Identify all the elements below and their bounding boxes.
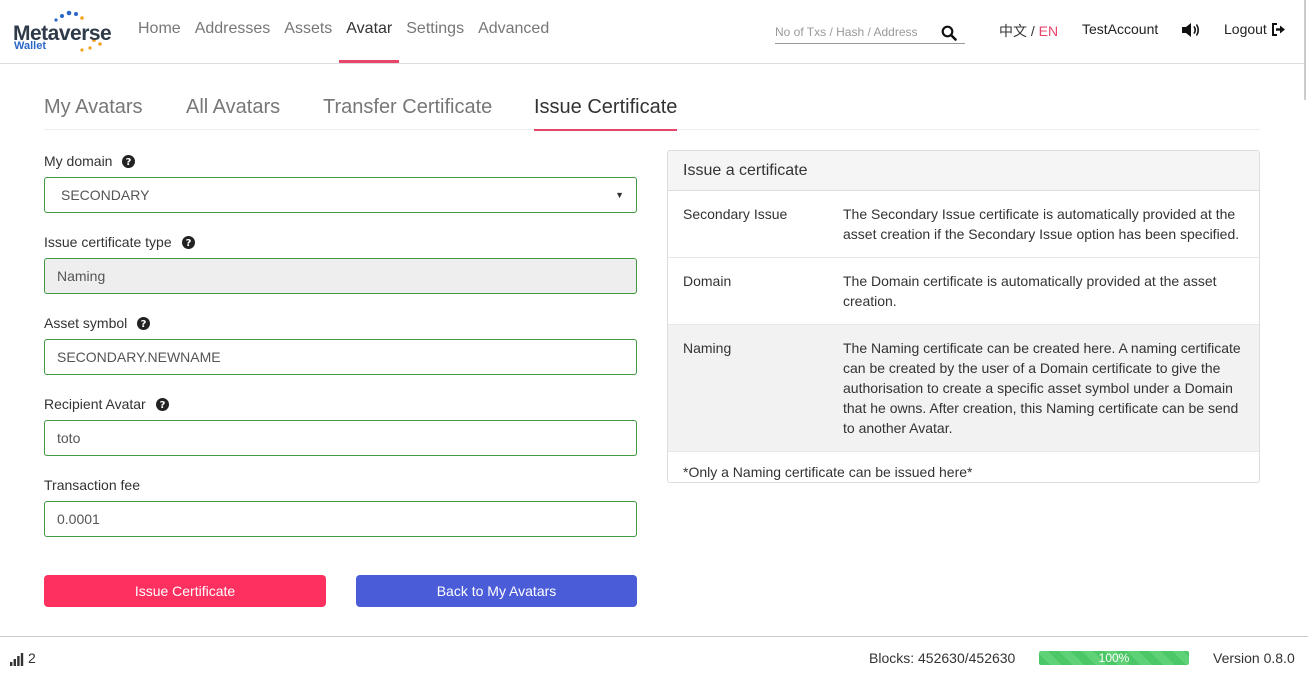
status-footer: 2 Blocks: 452630/452630 100% Version 0.8…	[0, 636, 1308, 675]
lang-separator: /	[1027, 23, 1039, 39]
tab-transfer-certificate[interactable]: Transfer Certificate	[323, 96, 492, 129]
logout-label: Logout	[1224, 21, 1267, 37]
nav-home[interactable]: Home	[131, 0, 188, 63]
signal-icon	[10, 653, 24, 666]
recipient-label: Recipient Avatar ?	[44, 395, 637, 413]
tab-all-avatars[interactable]: All Avatars	[186, 96, 280, 129]
row-key: Naming	[683, 340, 732, 356]
search-input[interactable]	[775, 22, 925, 42]
avatar-tabs: My Avatars All Avatars Transfer Certific…	[44, 88, 1260, 131]
nav-assets[interactable]: Assets	[277, 0, 339, 63]
peer-count: 2	[10, 650, 36, 666]
question-circle-icon[interactable]: ?	[122, 154, 136, 168]
nav-settings[interactable]: Settings	[399, 0, 471, 63]
table-row: Naming The Naming certificate can be cre…	[668, 325, 1259, 452]
account-name[interactable]: TestAccount	[1082, 21, 1158, 37]
fee-label-text: Transaction fee	[44, 477, 140, 493]
search-icon[interactable]	[941, 25, 957, 41]
recipient-label-text: Recipient Avatar	[44, 396, 146, 412]
table-row: Domain The Domain certificate is automat…	[668, 258, 1259, 325]
peer-count-value: 2	[28, 650, 36, 666]
row-key: Domain	[683, 273, 732, 289]
svg-text:?: ?	[126, 157, 132, 168]
panel-title: Issue a certificate	[668, 151, 1259, 191]
chevron-down-icon: ▼	[615, 190, 624, 200]
row-value: The Domain certificate is automatically …	[843, 273, 1217, 309]
recipient-avatar-value: toto	[57, 430, 81, 446]
svg-text:?: ?	[141, 319, 147, 330]
metaverse-logo[interactable]: Metaverse Wallet	[12, 10, 114, 56]
brand-subtitle: Wallet	[14, 40, 46, 52]
panel-note: *Only a Naming certificate can be issued…	[683, 464, 973, 480]
nav-addresses[interactable]: Addresses	[188, 0, 278, 63]
table-row: Secondary Issue The Secondary Issue cert…	[668, 191, 1259, 258]
svg-text:?: ?	[185, 238, 191, 249]
cert-type-label: Issue certificate type ?	[44, 233, 637, 251]
svg-text:?: ?	[159, 400, 165, 411]
cert-type-value: Naming	[57, 268, 106, 284]
language-switcher: 中文 / EN	[999, 21, 1058, 41]
question-circle-icon[interactable]: ?	[181, 235, 195, 249]
transaction-fee-value: 0.0001	[57, 511, 100, 527]
logout-button[interactable]: Logout	[1224, 21, 1286, 37]
top-navbar: Metaverse Wallet Home Addresses Assets A…	[0, 0, 1306, 100]
question-circle-icon[interactable]: ?	[137, 316, 151, 330]
domain-label-text: My domain	[44, 153, 113, 169]
nav-advanced[interactable]: Advanced	[471, 0, 556, 63]
cert-type-group: Issue certificate type ? Naming	[44, 233, 637, 294]
row-value: The Naming certificate can be created he…	[843, 340, 1241, 436]
domain-selected-value: SECONDARY	[61, 187, 150, 203]
page-scrollbar[interactable]	[1304, 0, 1306, 100]
fee-group: Transaction fee 0.0001	[44, 476, 637, 537]
cert-type-label-text: Issue certificate type	[44, 234, 172, 250]
lang-chinese[interactable]: 中文	[999, 23, 1027, 39]
row-value: The Secondary Issue certificate is autom…	[843, 206, 1240, 242]
domain-group: My domain ? SECONDARY ▼	[44, 152, 637, 213]
recipient-group: Recipient Avatar ? toto	[44, 395, 637, 456]
issue-certificate-button[interactable]: Issue Certificate	[44, 575, 326, 607]
symbol-label: Asset symbol ?	[44, 314, 637, 332]
asset-symbol-value: SECONDARY.NEWNAME	[57, 349, 221, 365]
cert-type-field: Naming	[44, 258, 637, 294]
block-height: Blocks: 452630/452630	[869, 650, 1016, 666]
question-circle-icon[interactable]: ?	[155, 397, 169, 411]
asset-symbol-input[interactable]: SECONDARY.NEWNAME	[44, 339, 637, 375]
domain-label: My domain ?	[44, 152, 637, 170]
recipient-avatar-input[interactable]: toto	[44, 420, 637, 456]
lang-english[interactable]: EN	[1039, 23, 1058, 39]
symbol-label-text: Asset symbol	[44, 315, 128, 331]
sync-progress-bar: 100%	[1039, 651, 1189, 665]
fee-label: Transaction fee	[44, 476, 637, 494]
sync-progress-fill: 100%	[1039, 651, 1189, 665]
app-version: Version 0.8.0	[1213, 650, 1295, 666]
sign-out-icon	[1271, 22, 1285, 36]
sync-progress-label: 100%	[1098, 651, 1130, 665]
transaction-fee-input[interactable]: 0.0001	[44, 501, 637, 537]
back-to-my-avatars-button[interactable]: Back to My Avatars	[356, 575, 637, 607]
search-box	[775, 22, 965, 44]
tab-issue-certificate[interactable]: Issue Certificate	[534, 96, 678, 131]
nav-avatar[interactable]: Avatar	[339, 0, 400, 63]
main-nav: Home Addresses Assets Avatar Settings Ad…	[131, 0, 556, 64]
tab-my-avatars[interactable]: My Avatars	[44, 96, 143, 129]
info-panel: Issue a certificate Secondary Issue The …	[667, 150, 1260, 483]
row-key: Secondary Issue	[683, 206, 788, 222]
domain-select[interactable]: SECONDARY ▼	[44, 177, 637, 213]
volume-icon[interactable]	[1181, 22, 1201, 38]
symbol-group: Asset symbol ? SECONDARY.NEWNAME	[44, 314, 637, 375]
